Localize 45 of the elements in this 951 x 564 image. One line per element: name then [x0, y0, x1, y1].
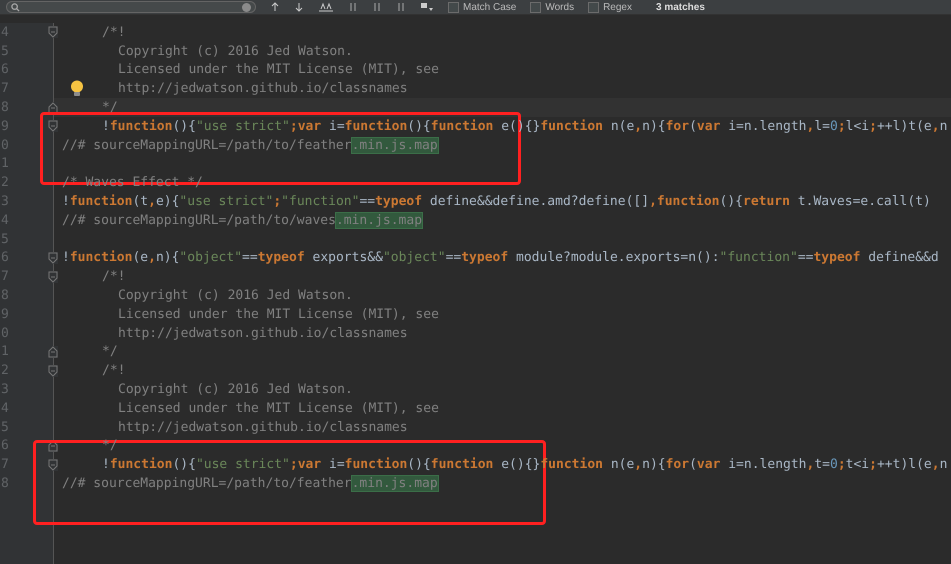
fold-marker-icon[interactable] [48, 270, 58, 283]
code-line: !function(e,n){"object"==typeof exports&&"object"==typeof module?module.exports=n():"function"==typeof define&&d [62, 250, 939, 266]
search-icon [11, 2, 20, 12]
code-line: Licensed under the MIT License (MIT), see [118, 400, 439, 416]
fold-marker-icon[interactable] [48, 346, 58, 358]
fold-marker-icon[interactable] [48, 458, 58, 471]
code-line: //# sourceMappingURL=/path/to/feather.min.js.map [62, 476, 438, 492]
code-line: */ [102, 438, 118, 454]
code-line: */ [102, 344, 118, 360]
code-line: /*! [102, 269, 126, 284]
fold-marker-icon[interactable] [48, 26, 58, 38]
checkbox[interactable] [530, 2, 542, 12]
code-line: http://jedwatson.github.io/classnames [118, 81, 408, 96]
code-line: !function(t,e){"use strict";"function"==typeof define&&define.amd?define([],function(){return t.Waves=e.call(t) [62, 194, 931, 210]
code-line: Copyright (c) 2016 Jed Watson. [118, 44, 353, 59]
code-line: Copyright (c) 2016 Jed Watson. [118, 288, 353, 304]
search-field[interactable] [6, 1, 256, 13]
clear-icon[interactable] [242, 2, 251, 12]
match-count: 3 matches [656, 2, 705, 12]
lightbulb-icon[interactable] [70, 80, 84, 98]
arrow-down-icon[interactable] [294, 2, 304, 12]
code-line: //# sourceMappingURL=/path/to/waves.min.js.map [62, 212, 422, 228]
add-occurrence-icon[interactable] [348, 2, 358, 12]
fold-marker-icon[interactable] [48, 120, 58, 132]
exclude-occurrence-icon[interactable] [396, 2, 406, 12]
code-line: //# sourceMappingURL=/path/to/feather.min.js.map [62, 138, 438, 153]
filter-icon[interactable] [420, 2, 434, 12]
code-line: /*! [102, 363, 126, 378]
code-line: http://jedwatson.github.io/classnames [118, 326, 408, 341]
fold-marker-icon[interactable] [48, 252, 58, 264]
option-label: Match Case [463, 2, 516, 12]
select-all-icon[interactable] [318, 2, 334, 12]
option-label: Regex [603, 2, 632, 12]
checkbox[interactable] [448, 2, 459, 12]
code-line: */ [102, 100, 118, 116]
option-label: Words [545, 2, 574, 12]
code-line: /*! [102, 24, 126, 40]
arrow-up-icon[interactable] [270, 2, 280, 12]
code-line: Licensed under the MIT License (MIT), see [118, 62, 439, 78]
code-line: http://jedwatson.github.io/classnames [118, 420, 408, 435]
remove-occurrence-icon[interactable] [372, 2, 382, 12]
code-line: Copyright (c) 2016 Jed Watson. [118, 382, 353, 398]
checkbox[interactable] [588, 2, 600, 12]
fold-marker-icon[interactable] [48, 364, 58, 377]
code-line: Licensed under the MIT License (MIT), see [118, 306, 439, 322]
